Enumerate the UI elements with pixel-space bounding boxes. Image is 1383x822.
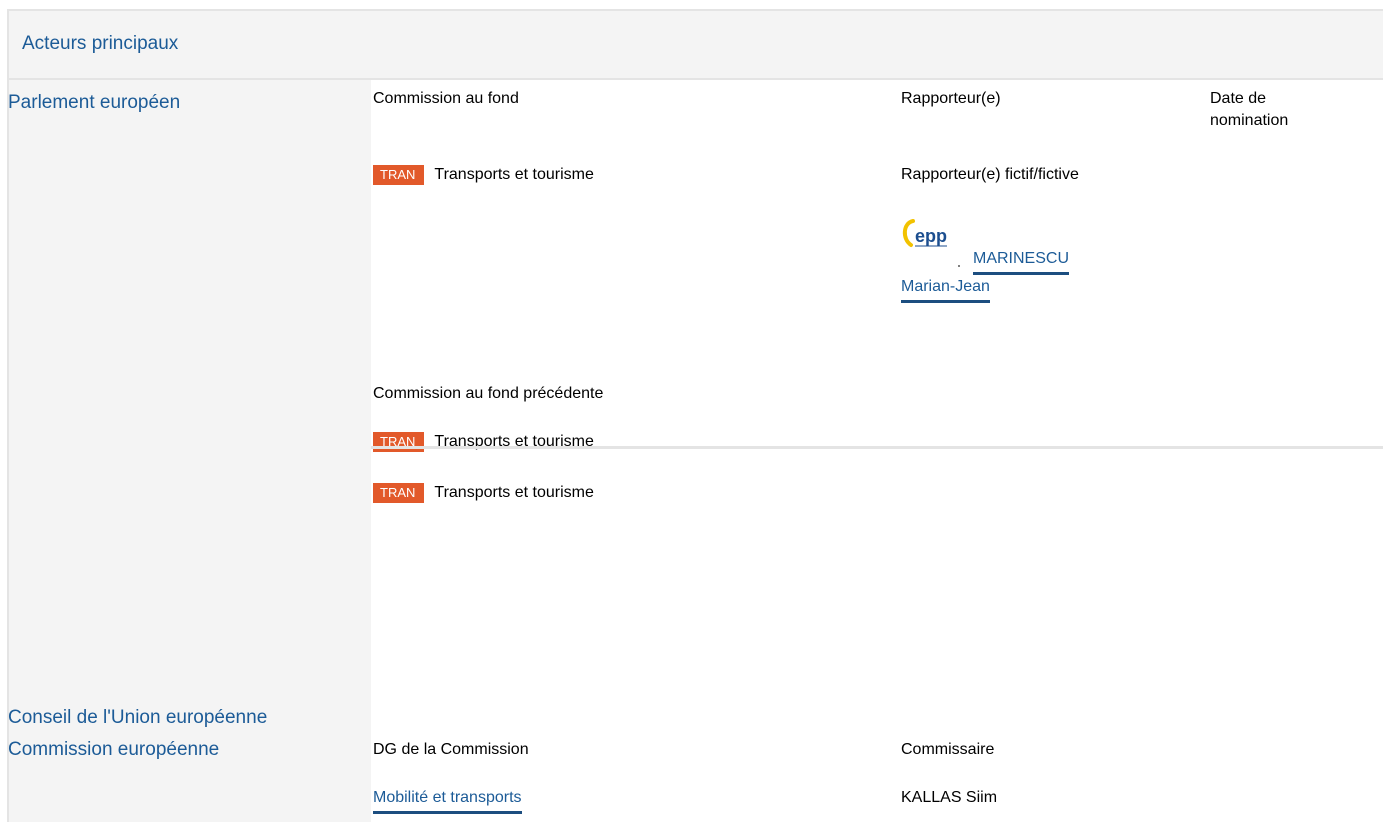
shadow-rapporteur-link-lastname[interactable]: MARINESCU (973, 248, 1070, 275)
commission-title: Commission européenne (8, 739, 220, 760)
section-header (7, 9, 1383, 80)
rapporteur-header: Rapporteur(e) (901, 90, 1001, 107)
council-title: Conseil de l'Union européenne (8, 707, 268, 728)
parliament-title: Parlement européen (8, 92, 181, 113)
shadow-rapporteur-label: Rapporteur(e) fictif/fictive (901, 166, 1079, 183)
commissioner-header: Commissaire (901, 741, 995, 758)
epp-logo-text: epp (915, 226, 947, 246)
commissioner-name: KALLAS Siim (901, 789, 998, 806)
previous-committee-label: Commission au fond précédente (373, 385, 604, 402)
committee-header: Commission au fond (373, 90, 519, 107)
other-committee-badge: TRAN (373, 483, 425, 503)
dg-link[interactable]: Mobilité et transports (373, 787, 522, 814)
epp-logo: epp (897, 205, 963, 271)
other-committee-name: Transports et tourisme (434, 484, 594, 501)
date-header: Date de nomination (1210, 90, 1289, 129)
previous-committee-name: Transports et tourisme (434, 433, 594, 450)
other-committee-row: TRAN Transports et tourisme (373, 482, 594, 504)
committee-row: TRAN Transports et tourisme (373, 164, 594, 186)
previous-committee-row: TRAN Transports et tourisme (373, 431, 594, 453)
row-divider (371, 446, 1383, 449)
shadow-rapporteur-link-firstname[interactable]: Marian-Jean (901, 276, 990, 303)
committee-name: Transports et tourisme (434, 166, 594, 183)
section-title: Acteurs principaux (22, 33, 179, 54)
committee-badge: TRAN (373, 165, 425, 185)
dg-header: DG de la Commission (373, 741, 529, 758)
previous-committee-badge: TRAN (373, 432, 425, 452)
